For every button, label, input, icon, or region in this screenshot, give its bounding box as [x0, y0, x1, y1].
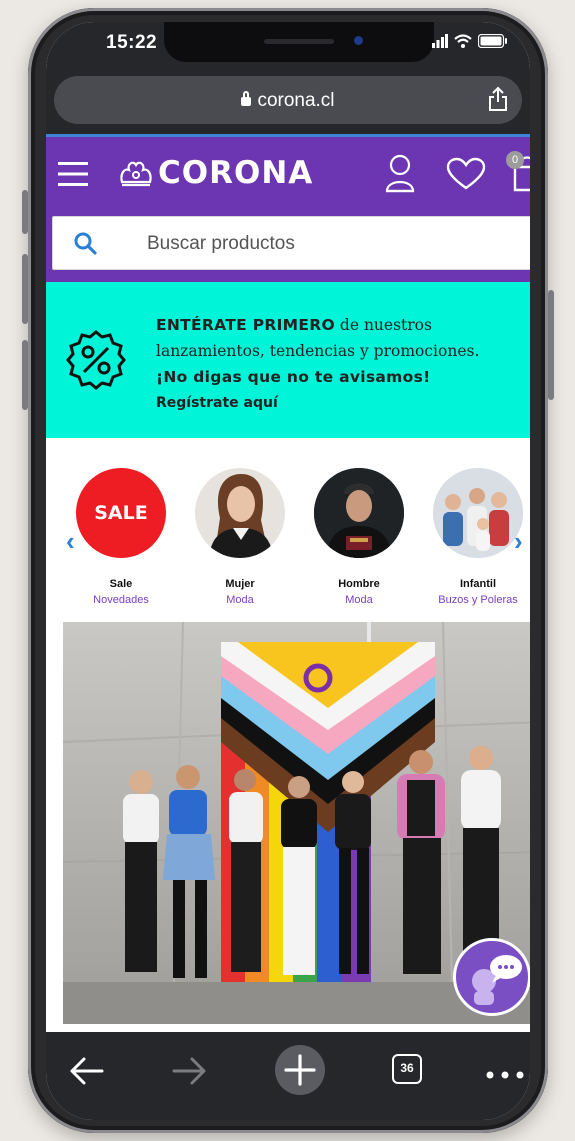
man-portrait-image	[314, 468, 404, 558]
crown-icon	[120, 161, 152, 187]
phone-mute-switch	[22, 190, 28, 234]
category-subtitle[interactable]: Novedades	[61, 594, 181, 606]
url-display: corona.cl	[54, 90, 522, 112]
phone-screen: 15:22 corona.cl CORONA 0 Buscar producto…	[46, 22, 530, 1120]
address-bar[interactable]: corona.cl	[54, 76, 522, 124]
category-subtitle[interactable]: Moda	[180, 594, 300, 606]
category-sale[interactable]: SALE Sale Novedades	[61, 468, 181, 606]
kids-group-image	[433, 468, 523, 558]
speaker-grille	[264, 39, 334, 44]
chat-bubble-icon	[472, 955, 522, 1005]
url-text: corona.cl	[257, 90, 335, 111]
tabs-button[interactable]: 36	[392, 1054, 422, 1084]
category-carousel: ‹ › SALE Sale Novedades Mujer Moda Hombr…	[46, 438, 530, 618]
infantil-image	[433, 468, 523, 558]
arrow-left-icon	[70, 1057, 104, 1085]
promo-text: ENTÉRATE PRIMERO de nuestros lanzamiento…	[156, 312, 530, 416]
category-mujer[interactable]: Mujer Moda	[180, 468, 300, 606]
forward-button[interactable]	[172, 1056, 208, 1091]
sale-circle: SALE	[76, 468, 166, 558]
sale-badge-text: SALE	[94, 502, 148, 524]
phone-volume-down	[22, 340, 28, 410]
cart-count-badge: 0	[506, 151, 524, 169]
category-title: Sale	[109, 578, 133, 590]
heart-icon	[446, 157, 486, 190]
back-button[interactable]	[68, 1056, 104, 1091]
category-subtitle[interactable]: Buzos y Poleras	[418, 594, 530, 606]
lock-icon	[241, 91, 252, 106]
category-subtitle[interactable]: Moda	[299, 594, 419, 606]
plus-circle-icon	[275, 1045, 325, 1095]
signal-icon	[432, 34, 448, 48]
promo-headline-rest: de nuestros	[335, 316, 432, 334]
newsletter-promo-banner[interactable]: ENTÉRATE PRIMERO de nuestros lanzamiento…	[46, 282, 530, 438]
front-camera	[354, 36, 363, 45]
chat-assistant-button[interactable]	[453, 938, 530, 1016]
category-title: Hombre	[338, 578, 380, 590]
category-hombre[interactable]: Hombre Moda	[299, 468, 419, 606]
share-icon	[489, 86, 507, 111]
browser-toolbar: corona.cl	[46, 68, 530, 134]
more-dots-icon	[486, 1071, 524, 1079]
woman-portrait-image	[209, 474, 273, 558]
phone-power-button	[548, 290, 554, 400]
user-icon	[385, 154, 415, 193]
promo-line-1: ENTÉRATE PRIMERO de nuestros	[156, 312, 530, 338]
battery-icon	[478, 34, 507, 48]
phone-volume-up	[22, 254, 28, 324]
promo-line-3: ¡No digas que no te avisamos!	[156, 364, 530, 390]
hombre-image	[314, 468, 404, 558]
discount-badge-icon	[66, 330, 126, 390]
search-input[interactable]	[145, 217, 530, 271]
mujer-image	[195, 468, 285, 558]
category-infantil[interactable]: Infantil Buzos y Poleras	[418, 468, 530, 606]
tab-count-icon: 36	[392, 1054, 422, 1084]
share-button[interactable]	[488, 86, 508, 117]
arrow-right-icon	[172, 1057, 206, 1085]
promo-register-link[interactable]: Regístrate aquí	[156, 390, 530, 416]
status-icons	[432, 34, 508, 48]
category-title: Infantil	[459, 578, 497, 590]
cart-button[interactable]: 0	[506, 151, 530, 198]
status-bar: 15:22	[46, 22, 530, 68]
pride-collection-banner[interactable]	[63, 622, 530, 1024]
wifi-icon	[454, 34, 472, 48]
category-title: Mujer	[225, 578, 255, 590]
menu-button[interactable]	[58, 161, 88, 192]
notch	[164, 22, 434, 62]
promo-tagline: ¡No digas que no te avisamos!	[156, 368, 431, 386]
account-button[interactable]	[384, 153, 416, 198]
status-time: 15:22	[106, 32, 158, 53]
promo-line-2: lanzamientos, tendencias y promociones.	[156, 342, 480, 360]
site-header: CORONA 0	[46, 137, 530, 212]
more-menu-button[interactable]	[486, 1066, 524, 1084]
browser-bottom-toolbar: 36	[46, 1032, 530, 1120]
hamburger-icon	[58, 162, 88, 186]
new-tab-button[interactable]	[274, 1044, 326, 1101]
search-section	[46, 212, 530, 282]
logo-text: CORONA	[158, 155, 314, 191]
search-icon[interactable]	[73, 231, 97, 255]
corona-logo[interactable]: CORONA	[118, 155, 313, 191]
wishlist-button[interactable]	[446, 157, 486, 196]
promo-headline: ENTÉRATE PRIMERO	[156, 316, 335, 334]
search-bar[interactable]	[52, 216, 530, 271]
